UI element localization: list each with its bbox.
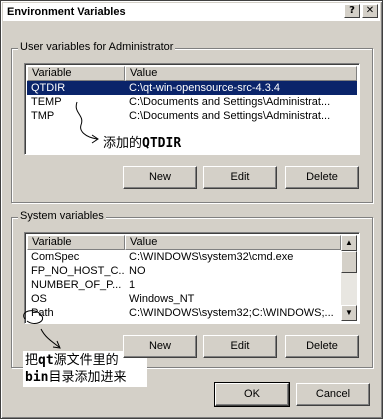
scroll-down-icon[interactable]: ▼ (341, 305, 357, 321)
system-col-value[interactable]: Value (125, 235, 341, 250)
system-row-fp-no-host[interactable]: FP_NO_HOST_C... NO (27, 264, 341, 278)
system-row-name: NUMBER_OF_P... (31, 279, 122, 291)
system-list-scrollbar[interactable]: ▲ ▼ (341, 235, 357, 321)
annotation-path-text-2: 目录添加进来 (48, 370, 127, 385)
system-row-os[interactable]: OS Windows_NT (27, 292, 341, 306)
system-row-path[interactable]: Path C:\WINDOWS\system32;C:\WINDOWS;... (27, 306, 341, 320)
user-row-value: C:\qt-win-opensource-src-4.3.4 (129, 82, 281, 94)
system-row-number-of-processors[interactable]: NUMBER_OF_P... 1 (27, 278, 341, 292)
system-row-value: NO (129, 265, 146, 277)
annotation-qtdir-text: 添加的 (103, 136, 143, 151)
system-variables-list[interactable]: Variable Value ComSpec C:\WINDOWS\system… (24, 232, 360, 324)
user-new-button[interactable]: New (123, 166, 197, 189)
user-row-value: C:\Documents and Settings\Administrat... (129, 110, 331, 122)
user-list-header: Variable Value (27, 66, 357, 81)
system-row-value: Windows_NT (129, 293, 195, 305)
annotation-path-text-1a: 把 (25, 353, 39, 368)
cancel-button[interactable]: Cancel (296, 383, 370, 406)
system-col-variable[interactable]: Variable (27, 235, 125, 250)
window-title: Environment Variables (7, 6, 126, 18)
user-col-value[interactable]: Value (125, 66, 357, 81)
system-variables-title: System variables (18, 210, 106, 222)
close-button[interactable]: ✕ (362, 4, 378, 18)
scroll-up-icon[interactable]: ▲ (341, 235, 357, 251)
user-row-qtdir[interactable]: QTDIR C:\qt-win-opensource-src-4.3.4 (27, 81, 357, 95)
system-row-name: ComSpec (31, 251, 80, 263)
system-row-comspec[interactable]: ComSpec C:\WINDOWS\system32\cmd.exe (27, 250, 341, 264)
user-edit-button[interactable]: Edit (203, 166, 277, 189)
annotation-arrow-path-icon (23, 310, 61, 349)
system-row-name: FP_NO_HOST_C... (31, 265, 125, 277)
annotation-path-bin: bin (25, 370, 49, 385)
user-col-variable[interactable]: Variable (27, 66, 125, 81)
user-row-value: C:\Documents and Settings\Administrat... (129, 96, 331, 108)
environment-variables-dialog: Environment Variables ? ✕ User variables… (0, 0, 383, 419)
system-list-header: Variable Value (27, 235, 341, 250)
ok-button[interactable]: OK (214, 382, 290, 407)
user-variables-title: User variables for Administrator (18, 41, 176, 53)
help-button[interactable]: ? (344, 4, 360, 18)
system-row-name: OS (31, 293, 47, 305)
system-row-value: C:\WINDOWS\system32;C:\WINDOWS;... (129, 307, 334, 319)
system-delete-button[interactable]: Delete (285, 335, 359, 358)
annotation-path-text-1b: 源文件里的 (53, 353, 119, 368)
system-row-value: C:\WINDOWS\system32\cmd.exe (129, 251, 294, 263)
user-row-name: QTDIR (31, 82, 66, 94)
user-delete-button[interactable]: Delete (285, 166, 359, 189)
system-new-button[interactable]: New (123, 335, 197, 358)
annotation-qtdir: 添加的QTDIR (101, 134, 184, 153)
annotation-qtdir-var: QTDIR (142, 136, 182, 151)
title-bar: Environment Variables ? ✕ (3, 3, 380, 21)
scroll-thumb[interactable] (341, 251, 357, 273)
system-edit-button[interactable]: Edit (203, 335, 277, 358)
system-row-value: 1 (129, 279, 136, 291)
annotation-path-qt: qt (38, 353, 54, 368)
